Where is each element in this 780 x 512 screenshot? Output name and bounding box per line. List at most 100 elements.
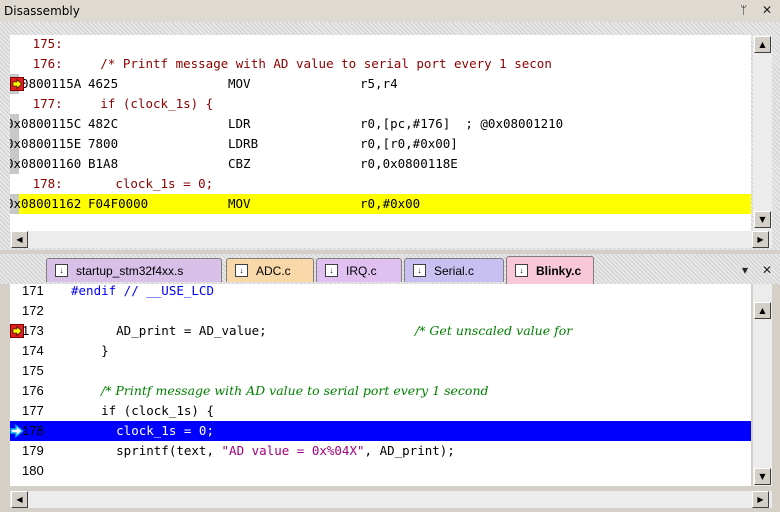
tab-irq-c[interactable]: ↓ IRQ.c xyxy=(316,258,402,282)
disassembly-source-row[interactable]: 178: clock_1s = 0; xyxy=(10,174,751,194)
tab-label: Blinky.c xyxy=(536,263,582,278)
line-number: 177 xyxy=(22,403,44,418)
tab-blinky-c[interactable]: ↓ Blinky.c xyxy=(506,256,594,284)
scroll-up-button[interactable]: ▲ xyxy=(754,36,771,53)
scroll-down-button[interactable]: ▼ xyxy=(754,468,771,485)
instruction-operands: r0,0x0800118E xyxy=(360,156,458,171)
code-text: #endif // __USE_LCD xyxy=(71,284,214,301)
instruction-mnemonic: LDRB xyxy=(228,136,259,151)
code-line[interactable]: 175 xyxy=(10,361,751,381)
scroll-down-button[interactable]: ▼ xyxy=(754,211,771,228)
tab-label: ADC.c xyxy=(256,263,291,278)
code-line[interactable]: 176 /* Printf message with AD value to se… xyxy=(10,381,751,401)
close-icon[interactable]: ✕ xyxy=(762,263,772,277)
line-number: 180 xyxy=(22,463,44,478)
instruction-operands: r5,r4 xyxy=(360,76,398,91)
disassembly-asm-row[interactable]: 0x0800115C 482C LDR r0,[pc,#176] ; @0x08001… xyxy=(10,114,751,134)
code-fragment: , AD_print); xyxy=(364,443,455,458)
source-line-text: 178: clock_1s = 0; xyxy=(10,176,214,191)
disassembly-source-row[interactable]: 177: if (clock_1s) { xyxy=(10,94,751,114)
file-icon: ↓ xyxy=(515,264,528,277)
scroll-right-button[interactable]: ▶ xyxy=(752,231,769,248)
tab-label: IRQ.c xyxy=(346,263,377,278)
code-line[interactable]: 178 clock_1s = 0; xyxy=(10,421,751,441)
line-number: 179 xyxy=(22,443,44,458)
instruction-mnemonic: LDR xyxy=(228,116,251,131)
current-instruction-arrow-icon xyxy=(10,77,24,91)
instruction-address: 0x0800115E xyxy=(10,136,82,151)
line-number: 172 xyxy=(22,303,44,318)
code-comment: /* Printf message with AD value to seria… xyxy=(101,383,489,398)
editor-view[interactable]: 171 #endif // __USE_LCD 172 173 AD_print = … xyxy=(10,284,751,486)
scroll-right-button[interactable]: ▶ xyxy=(752,491,769,508)
file-icon: ↓ xyxy=(235,264,248,277)
file-icon: ↓ xyxy=(413,264,426,277)
instruction-opcode: B1A8 xyxy=(88,156,119,171)
disassembly-asm-row[interactable]: 0x0800115A 4625 MOV r5,r4 xyxy=(10,74,751,94)
disassembly-asm-row[interactable]: 0x08001160 B1A8 CBZ r0,0x0800118E xyxy=(10,154,751,174)
line-number: 174 xyxy=(22,343,44,358)
scroll-left-button[interactable]: ◀ xyxy=(11,491,28,508)
instruction-mnemonic: MOV xyxy=(228,76,251,91)
instruction-operands: r0,[pc,#176] ; @0x08001210 xyxy=(360,116,564,131)
disassembly-title-bar: Disassembly ᛘ ✕ xyxy=(0,0,780,23)
editor-horizontal-scrollbar[interactable]: ◀ ▶ xyxy=(10,491,772,508)
editor-tab-bar: ▾ ✕ ↓ startup_stm32f4xx.s ↓ ADC.c ↓ IRQ.c ↓ Ser… xyxy=(0,254,780,284)
code-line[interactable]: 179 sprintf(text, "AD value = 0x%04X", A… xyxy=(10,441,751,461)
disassembly-view[interactable]: 175: 176: /* Printf message with AD valu… xyxy=(10,35,751,231)
tab-startup-stm32f4xx-s[interactable]: ↓ startup_stm32f4xx.s xyxy=(46,258,222,282)
source-line-text: 176: /* Printf message with AD value to … xyxy=(10,56,552,71)
instruction-mnemonic: MOV xyxy=(228,196,251,211)
disassembly-panel: Disassembly ᛘ ✕ 175: 176: /* Printf mess… xyxy=(0,0,780,250)
code-line[interactable]: 173 AD_print = AD_value; /* Get unscaled … xyxy=(10,321,751,341)
instruction-address: 0x08001160 xyxy=(10,156,82,171)
close-icon[interactable]: ✕ xyxy=(762,3,772,17)
line-number: 176 xyxy=(22,383,44,398)
code-fragment: if (clock_1s) { xyxy=(71,403,214,418)
string-literal: "AD value = 0x%04X" xyxy=(221,443,365,458)
instruction-address: 0x0800115C xyxy=(10,116,82,131)
disassembly-asm-row[interactable]: 0x08001162 F04F0000 MOV r0,#0x00 xyxy=(10,194,751,214)
instruction-address: 0x08001162 xyxy=(10,196,82,211)
disassembly-asm-row[interactable]: 0x0800115E 7800 LDRB r0,[r0,#0x00] xyxy=(10,134,751,154)
line-number: 173 xyxy=(22,323,44,338)
dropdown-arrow-icon[interactable]: ▾ xyxy=(742,263,748,277)
source-line-text: 175: xyxy=(10,36,63,51)
scroll-up-button[interactable]: ▲ xyxy=(754,302,771,319)
disassembly-horizontal-scrollbar[interactable]: ◀ ▶ xyxy=(10,231,772,248)
code-line[interactable]: 171 #endif // __USE_LCD xyxy=(10,284,751,301)
source-line-text: 177: if (clock_1s) { xyxy=(10,96,214,111)
code-line[interactable]: 177 if (clock_1s) { xyxy=(10,401,751,421)
scroll-left-button[interactable]: ◀ xyxy=(11,231,28,248)
tab-label: Serial.c xyxy=(434,263,475,278)
instruction-mnemonic: CBZ xyxy=(228,156,251,171)
tab-serial-c[interactable]: ↓ Serial.c xyxy=(404,258,504,282)
instruction-operands: r0,[r0,#0x00] xyxy=(360,136,458,151)
code-text: sprintf(text, "AD value = 0x%04X", AD_pr… xyxy=(71,441,455,461)
code-text: clock_1s = 0; xyxy=(71,421,214,441)
tab-adc-c[interactable]: ↓ ADC.c xyxy=(226,258,314,282)
editor-vertical-scrollbar[interactable]: ▲ ▼ xyxy=(753,284,772,486)
code-fragment: AD_print = AD_value; xyxy=(71,323,267,338)
code-line[interactable]: 174 } xyxy=(10,341,751,361)
disassembly-source-row[interactable]: 175: xyxy=(10,35,751,54)
instruction-operands: r0,#0x00 xyxy=(360,196,421,211)
instruction-opcode: F04F0000 xyxy=(88,196,149,211)
code-comment: /* Get unscaled value for xyxy=(415,323,573,338)
code-line[interactable]: 180 xyxy=(10,461,751,481)
line-number: 171 xyxy=(22,284,44,298)
instruction-opcode: 4625 xyxy=(88,76,119,91)
code-text: if (clock_1s) { xyxy=(71,401,214,421)
file-icon: ↓ xyxy=(55,264,68,277)
tab-label: startup_stm32f4xx.s xyxy=(76,263,184,278)
disassembly-vertical-scrollbar[interactable]: ▲ ▼ xyxy=(753,35,772,231)
pin-icon[interactable]: ᛘ xyxy=(740,3,747,17)
code-text: AD_print = AD_value; /* Get unscaled valu… xyxy=(71,321,572,341)
file-icon: ↓ xyxy=(325,264,338,277)
line-number: 175 xyxy=(22,363,44,378)
disassembly-title: Disassembly xyxy=(4,4,80,18)
disassembly-source-row[interactable]: 176: /* Printf message with AD value to … xyxy=(10,54,751,74)
code-line[interactable]: 172 xyxy=(10,301,751,321)
line-number: 178 xyxy=(22,423,44,438)
code-fragment: } xyxy=(71,343,109,358)
